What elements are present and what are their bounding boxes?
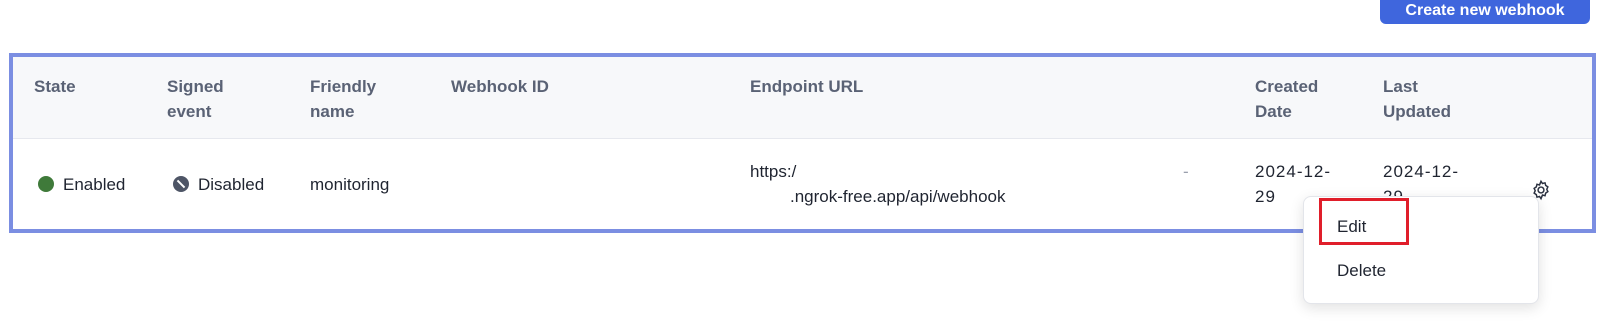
header-friendly-name: Friendly name <box>310 77 377 121</box>
header-endpoint-url: Endpoint URL <box>750 77 864 96</box>
signed-event-cell: Disabled <box>173 172 264 197</box>
create-webhook-button[interactable]: Create new webhook <box>1380 0 1590 24</box>
state-cell: Enabled <box>38 172 125 197</box>
header-webhook-id: Webhook ID <box>451 77 549 96</box>
header-state: State <box>34 77 76 96</box>
signed-event-label: Disabled <box>198 175 265 194</box>
header-last-updated: Last Updated <box>1383 77 1451 121</box>
endpoint-url-line1: https:/ <box>750 162 797 181</box>
state-label: Enabled <box>63 175 126 194</box>
menu-item-delete[interactable]: Delete <box>1304 251 1538 291</box>
table-header: State Signed event Friendly name Webhook… <box>13 57 1592 139</box>
header-created-date: Created Date <box>1255 77 1319 121</box>
header-signed-event: Signed event <box>167 77 224 121</box>
endpoint-url-line2: .ngrok-free.app/api/webhook <box>790 187 1006 206</box>
disabled-status-icon <box>173 176 189 192</box>
endpoint-url-fragment: - <box>1183 162 1189 181</box>
edit-highlight-box <box>1319 198 1409 245</box>
enabled-status-icon <box>38 176 54 192</box>
friendly-name-cell: monitoring <box>310 175 390 194</box>
